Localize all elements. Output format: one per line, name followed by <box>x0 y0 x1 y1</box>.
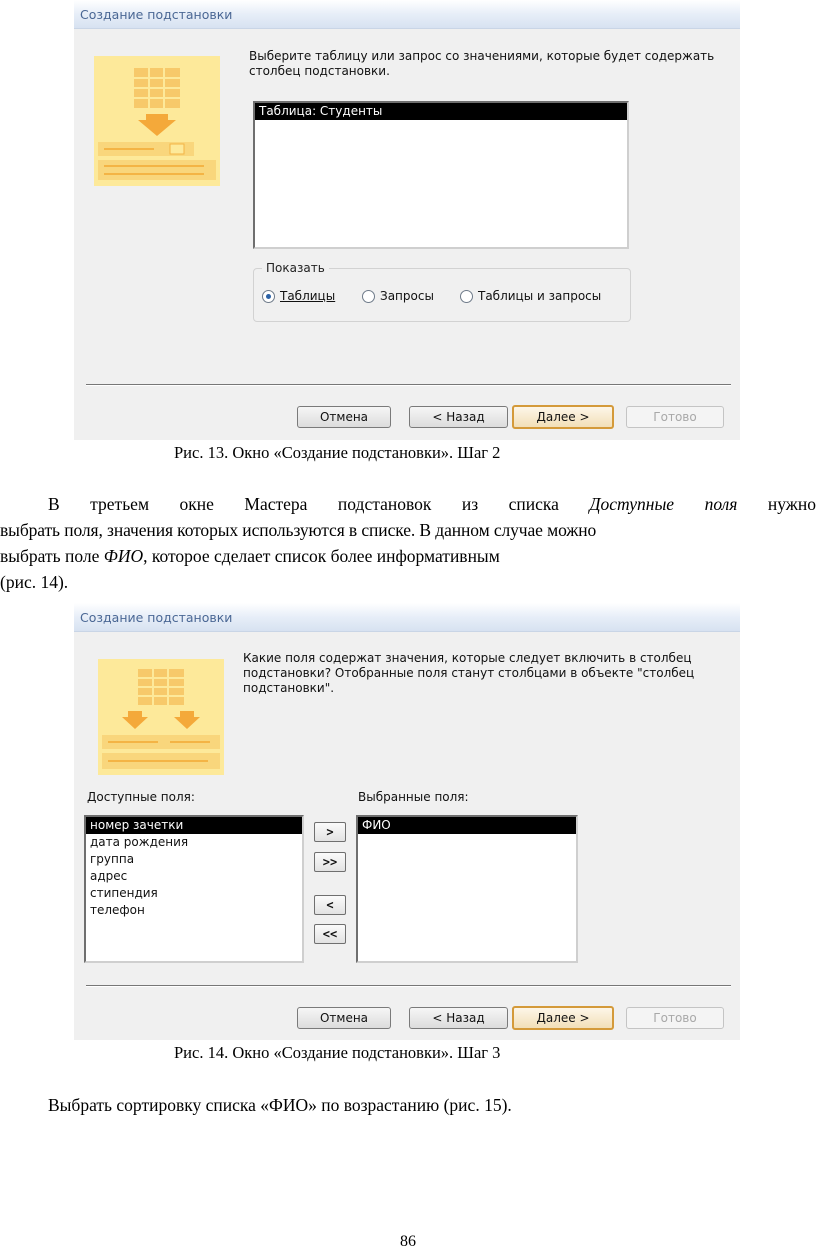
fig14-separator <box>86 985 731 987</box>
paragraph-line1-end: нужно <box>767 494 816 514</box>
fig13-dialog: Создание подстановки Выберите таблицу ил… <box>74 0 740 440</box>
fig13-prompt: Выберите таблицу или запрос со значениям… <box>249 49 714 79</box>
fig13-show-group: Показать Таблицы Запросы Таблицы и запро… <box>253 261 631 322</box>
fig14-dialog: Создание подстановки Какие поля содержат… <box>74 603 740 1040</box>
list-item[interactable]: номер зачетки <box>86 817 302 834</box>
radio-tables-and-queries[interactable]: Таблицы и запросы <box>460 289 601 303</box>
fig13-back-button[interactable]: < Назад <box>409 406 508 428</box>
body-paragraph: В третьем окне Мастера подстановок из сп… <box>0 491 816 595</box>
fig14-prompt-line2: подстановки? Отобранные поля станут стол… <box>243 666 695 680</box>
move-all-button[interactable]: >> <box>314 852 346 872</box>
paragraph-line3-end: , которое сделает список более информати… <box>143 546 500 566</box>
paragraph-term-fio: ФИО <box>103 546 144 566</box>
paragraph-line3-text: выбрать поле <box>0 546 100 566</box>
list-item[interactable]: стипендия <box>86 885 302 902</box>
fig13-show-label: Показать <box>262 261 329 275</box>
paragraph-line-4: (рис. 14). <box>0 572 69 592</box>
radio-tables-label: Таблицы <box>280 289 336 303</box>
fig14-next-button[interactable]: Далее > <box>512 1006 614 1030</box>
radio-queries-label: Запросы <box>380 289 434 303</box>
closing-sentence: Выбрать сортировку списка «ФИО» по возра… <box>48 1095 512 1115</box>
selected-fields-list[interactable]: ФИО <box>356 815 578 963</box>
move-one-button[interactable]: > <box>314 822 346 842</box>
fig13-finish-button: Готово <box>626 406 724 428</box>
fig13-title: Создание подстановки <box>80 7 233 22</box>
fig13-title-bar: Создание подстановки <box>74 0 740 29</box>
fig14-title: Создание подстановки <box>80 610 233 625</box>
fig14-caption: Рис. 14. Окно «Создание подстановки». Ша… <box>174 1043 501 1062</box>
fig14-title-bar: Создание подстановки <box>74 603 740 632</box>
fig13-cancel-button[interactable]: Отмена <box>297 406 391 428</box>
fig13-caption: Рис. 13. Окно «Создание подстановки». Ша… <box>174 443 501 462</box>
list-item[interactable]: дата рождения <box>86 834 302 851</box>
fig14-finish-button: Готово <box>626 1007 724 1029</box>
page-number: 86 <box>400 1233 416 1250</box>
available-fields-label: Доступные поля: <box>87 790 195 804</box>
fig13-next-button[interactable]: Далее > <box>512 405 614 429</box>
radio-empty-icon <box>362 290 375 303</box>
wizard-illustration-icon <box>94 56 220 186</box>
wizard-illustration-icon <box>98 659 224 775</box>
fig14-prompt: Какие поля содержат значения, которые сл… <box>243 651 694 696</box>
fig13-separator <box>86 384 731 386</box>
fig14-back-button[interactable]: < Назад <box>409 1007 508 1029</box>
radio-both-label: Таблицы и запросы <box>478 289 602 303</box>
fig13-prompt-line2: столбец подстановки. <box>249 64 390 78</box>
selected-fields-label: Выбранные поля: <box>358 790 469 804</box>
paragraph-line1-text: В третьем окне Мастера подстановок из сп… <box>48 494 559 514</box>
list-item[interactable]: Таблица: Студенты <box>255 103 627 120</box>
paragraph-line-2: выбрать поля, значения которых использую… <box>0 520 597 540</box>
radio-tables[interactable]: Таблицы <box>262 289 335 303</box>
radio-empty-icon <box>460 290 473 303</box>
remove-all-button[interactable]: << <box>314 924 346 944</box>
list-item[interactable]: ФИО <box>358 817 576 834</box>
fig13-prompt-line1: Выберите таблицу или запрос со значениям… <box>249 49 715 63</box>
fig14-prompt-line3: подстановки". <box>243 681 335 695</box>
radio-selected-icon <box>262 290 275 303</box>
paragraph-line-1: В третьем окне Мастера подстановок из сп… <box>0 491 816 517</box>
radio-queries[interactable]: Запросы <box>362 289 434 303</box>
available-fields-list[interactable]: номер зачетки дата рождения группа адрес… <box>84 815 304 963</box>
fig14-cancel-button[interactable]: Отмена <box>297 1007 391 1029</box>
fig13-source-list[interactable]: Таблица: Студенты <box>253 101 629 249</box>
list-item[interactable]: группа <box>86 851 302 868</box>
remove-one-button[interactable]: < <box>314 895 346 915</box>
list-item[interactable]: телефон <box>86 902 302 919</box>
list-item[interactable]: адрес <box>86 868 302 885</box>
fig14-prompt-line1: Какие поля содержат значения, которые сл… <box>243 651 692 665</box>
paragraph-line-3: выбрать поле ФИО, которое сделает список… <box>0 543 816 569</box>
paragraph-term-available-fields: Доступные поля <box>589 494 738 514</box>
